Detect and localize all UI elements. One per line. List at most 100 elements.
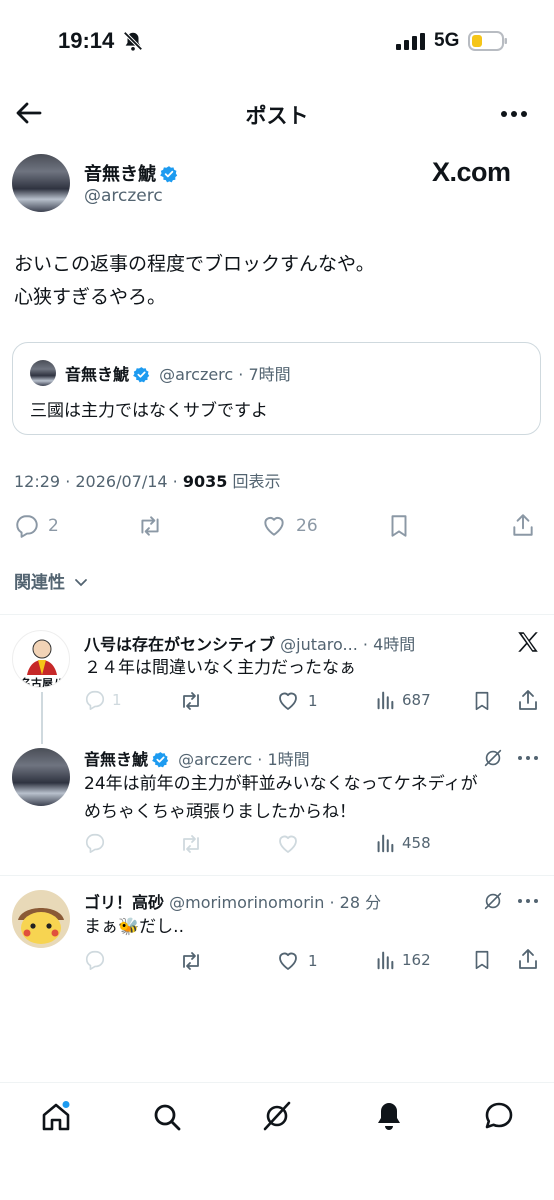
grok-icon[interactable]	[482, 747, 504, 769]
more-options-icon[interactable]	[516, 891, 540, 911]
views-button[interactable]: 162	[374, 949, 431, 971]
more-options-icon[interactable]	[516, 748, 540, 768]
retweet-button[interactable]	[136, 513, 164, 539]
reply-text: ２４年は間違いなく主力だったなぁ	[84, 658, 356, 678]
related-label: 関連性	[14, 573, 65, 593]
author-name: 音無き鯱	[84, 164, 156, 185]
post-author[interactable]: 音無き鯱	[84, 160, 178, 186]
verified-badge-icon	[152, 752, 169, 768]
views-chart-icon	[377, 691, 394, 710]
sort-relevance[interactable]: 関連性	[14, 568, 89, 593]
author-handle[interactable]: @arczerc	[84, 186, 163, 206]
notifications-bell-icon[interactable]	[373, 1100, 405, 1132]
bottom-nav-divider	[0, 1082, 554, 1083]
reply-author-handle[interactable]: @morimorinomorin	[169, 893, 324, 912]
page-title: ポスト	[245, 104, 309, 128]
reply-avatar[interactable]: 名古屋八	[12, 630, 70, 688]
heart-icon	[264, 516, 284, 536]
reply-button[interactable]: 2	[14, 513, 59, 539]
reply-button[interactable]: 1	[84, 689, 122, 711]
views-button[interactable]: 687	[374, 689, 431, 711]
post-text-line: 心狭すぎるやろ。	[14, 286, 167, 308]
quote-avatar	[30, 360, 56, 386]
home-icon[interactable]	[40, 1101, 72, 1133]
reply-header: ゴリ！高砂 @morimorinomorin · 28 分	[84, 889, 381, 913]
reply-icon[interactable]	[84, 832, 106, 854]
divider	[0, 614, 554, 615]
retweet-icon[interactable]	[178, 832, 204, 856]
post-text-line: おいこの返事の程度でブロックすんなや。	[14, 253, 375, 275]
reply-header: 八号は存在がセンシティブ @jutaro... · 4時間	[84, 631, 415, 655]
quote-tweet[interactable]: 音無き鯱 @arczerc · 7時間 三國は主力ではなくサブですよ	[12, 342, 541, 435]
signal-icon	[396, 33, 425, 50]
retweet-icon[interactable]	[178, 949, 204, 973]
reply-avatar[interactable]	[12, 890, 70, 948]
reply-text: 24年は前年の主力が軒並みいなくなってケネディが めちゃくちゃ頑張りましたからね…	[84, 770, 544, 826]
reply-time: · 4時間	[362, 635, 416, 654]
heart-icon[interactable]	[276, 832, 300, 856]
views-count: 458	[402, 834, 431, 852]
reply-author-name[interactable]: ゴリ！高砂	[84, 893, 164, 912]
quote-time: · 7時間	[238, 365, 291, 384]
views-chart-icon	[377, 951, 394, 970]
quote-text: 三國は主力ではなくサブですよ	[30, 401, 268, 421]
heart-icon	[279, 952, 297, 970]
bell-off-icon	[123, 31, 143, 51]
reply-author-handle[interactable]: @arczerc	[178, 750, 252, 769]
like-button[interactable]: 1	[276, 689, 318, 713]
messages-icon[interactable]	[483, 1100, 515, 1132]
network-type: 5G	[434, 30, 460, 51]
like-button[interactable]: 26	[260, 513, 318, 539]
quote-author-handle: @arczerc	[159, 365, 234, 384]
like-button[interactable]: 1	[276, 949, 318, 973]
views-count: 687	[402, 691, 431, 709]
views-button[interactable]: 458	[374, 832, 431, 854]
views-count: 162	[402, 951, 431, 969]
reply-icon	[16, 515, 38, 538]
reply-count: 1	[112, 691, 122, 709]
reply-text: まぁ🐝だし..	[84, 917, 184, 937]
bookmark-icon	[391, 515, 407, 537]
verified-badge-icon	[160, 166, 178, 183]
bookmark-icon[interactable]	[471, 688, 493, 714]
search-icon[interactable]	[151, 1101, 183, 1133]
reply-avatar[interactable]	[12, 748, 70, 806]
quote-header: 音無き鯱 @arczerc · 7時間	[65, 361, 291, 385]
retweet-icon[interactable]	[178, 689, 204, 713]
reply-author-name[interactable]: 八号は存在がセンシティブ	[84, 635, 275, 654]
battery-icon	[468, 31, 507, 51]
views-count: 9035	[182, 472, 228, 491]
reply-author-handle[interactable]: @jutaro...	[280, 635, 358, 654]
avatar[interactable]	[12, 154, 70, 212]
bookmark-icon[interactable]	[471, 947, 493, 973]
more-options-icon[interactable]	[498, 102, 530, 126]
reply-count: 2	[48, 516, 59, 536]
like-count: 1	[308, 692, 318, 710]
x-logo-icon	[518, 632, 538, 652]
like-count: 1	[308, 952, 318, 970]
divider	[0, 875, 554, 876]
reply-header: 音無き鯱 @arczerc · 1時間	[84, 746, 310, 770]
chevron-down-icon	[75, 579, 87, 587]
share-icon	[513, 514, 533, 536]
share-icon[interactable]	[516, 687, 540, 713]
share-button[interactable]	[510, 511, 536, 539]
grok-icon[interactable]	[482, 890, 504, 912]
like-count: 26	[296, 516, 318, 536]
views-label: 回表示	[227, 472, 281, 491]
reply-text-line: めちゃくちゃ頑張りましたからね！	[84, 802, 356, 822]
quote-author-name: 音無き鯱	[65, 365, 130, 384]
grok-icon[interactable]	[261, 1100, 293, 1132]
reply-icon[interactable]	[84, 949, 106, 971]
retweet-icon	[141, 516, 159, 536]
heart-icon	[279, 692, 297, 710]
verified-badge-icon	[133, 367, 150, 383]
reply-author-name[interactable]: 音無き鯱	[84, 750, 148, 769]
reply-time: · 28 分	[329, 893, 382, 912]
watermark: X.com	[432, 157, 511, 187]
post-meta: 12:29 · 2026/07/14 · 9035 回表示	[14, 468, 280, 492]
share-icon[interactable]	[516, 946, 540, 972]
bookmark-button[interactable]	[386, 512, 412, 540]
post-timestamp: 12:29 · 2026/07/14 ·	[14, 472, 183, 491]
thread-line	[41, 692, 43, 744]
